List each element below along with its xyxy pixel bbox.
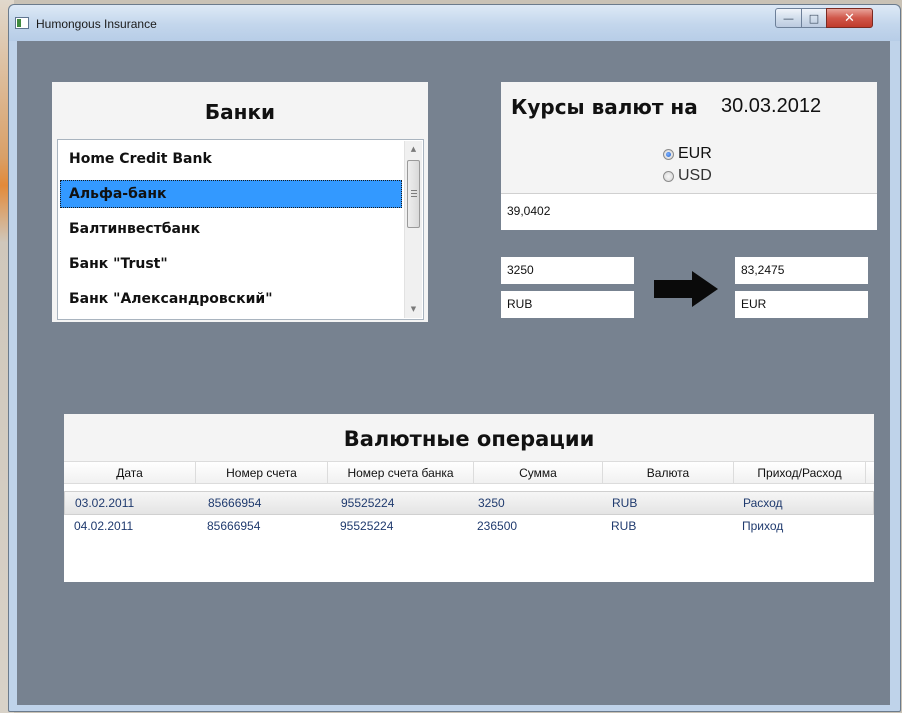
window-title: Humongous Insurance xyxy=(36,17,157,31)
rates-date: 30.03.2012 xyxy=(721,95,822,117)
cell-amount: 236500 xyxy=(477,519,518,533)
convert-arrow-icon xyxy=(654,271,718,307)
from-currency-value: RUB xyxy=(507,297,533,311)
app-window: Humongous Insurance — □ ✕ Банки Home Cre… xyxy=(8,4,901,712)
banks-panel: Банки Home Credit Bank Альфа-банк Балтин… xyxy=(52,82,428,322)
column-header-account[interactable]: Номер счета xyxy=(196,462,328,484)
scroll-thumb[interactable] xyxy=(407,160,420,228)
scroll-up-arrow-icon[interactable]: ▲ xyxy=(405,141,422,158)
column-header-bank-account[interactable]: Номер счета банка xyxy=(328,462,474,484)
radio-eur[interactable]: EUR xyxy=(663,145,712,163)
to-currency-value: EUR xyxy=(741,297,767,311)
from-currency-input[interactable]: RUB xyxy=(501,291,634,318)
bank-list-item[interactable]: Home Credit Bank xyxy=(60,145,402,173)
maximize-button[interactable]: □ xyxy=(801,8,827,28)
bank-list-item[interactable]: Банк "Александровский" xyxy=(60,285,402,313)
cell-currency: RUB xyxy=(611,519,637,533)
close-icon: ✕ xyxy=(844,10,855,26)
minimize-icon: — xyxy=(783,11,794,25)
cell-direction: Расход xyxy=(743,496,783,510)
rate-value-field[interactable]: 39,0402 xyxy=(501,193,877,230)
cell-account: 85666954 xyxy=(207,519,261,533)
cell-account: 85666954 xyxy=(208,496,262,510)
grip-icon xyxy=(411,190,417,191)
scroll-down-arrow-icon[interactable]: ▼ xyxy=(405,301,422,318)
radio-checked-icon xyxy=(663,148,674,160)
rates-title: Курсы валют на xyxy=(511,95,698,119)
maximize-icon: □ xyxy=(808,11,820,25)
result-input[interactable]: 83,2475 xyxy=(735,257,868,284)
bank-list-item-selected[interactable]: Альфа-банк xyxy=(60,180,402,208)
vertical-scrollbar[interactable]: ▲ ▼ xyxy=(404,141,422,318)
to-currency-input[interactable]: EUR xyxy=(735,291,868,318)
exchange-rates-panel: Курсы валют на 30.03.2012 EUR USD 39,040… xyxy=(501,82,877,230)
cell-direction: Приход xyxy=(742,519,784,533)
currency-operations-panel: Валютные операции Дата Номер счета Номер… xyxy=(64,414,874,582)
cell-currency: RUB xyxy=(612,496,638,510)
cell-date: 04.02.2011 xyxy=(74,519,134,533)
amount-value: 3250 xyxy=(507,263,534,277)
operations-header-area: Валютные операции xyxy=(64,414,874,461)
column-header-direction[interactable]: Приход/Расход xyxy=(734,462,866,484)
operations-grid-header: Дата Номер счета Номер счета банка Сумма… xyxy=(64,461,874,484)
radio-usd-label: USD xyxy=(678,167,712,184)
rate-value: 39,0402 xyxy=(507,204,551,218)
banks-listbox[interactable]: Home Credit Bank Альфа-банк Балтинвестба… xyxy=(57,139,424,320)
banks-title: Банки xyxy=(204,100,276,124)
radio-eur-label: EUR xyxy=(678,145,712,162)
bank-list-item[interactable]: Банк "Trust" xyxy=(60,250,402,278)
cell-bank-account: 95525224 xyxy=(340,519,394,533)
app-icon xyxy=(15,17,29,29)
column-header-date[interactable]: Дата xyxy=(64,462,196,484)
table-row[interactable]: 03.02.2011 85666954 95525224 3250 RUB Ра… xyxy=(64,491,874,515)
cell-date: 03.02.2011 xyxy=(75,496,135,510)
client-area: Банки Home Credit Bank Альфа-банк Балтин… xyxy=(17,41,890,705)
minimize-button[interactable]: — xyxy=(775,8,802,28)
column-header-currency[interactable]: Валюта xyxy=(603,462,734,484)
cell-amount: 3250 xyxy=(478,496,505,510)
table-row[interactable]: 04.02.2011 85666954 95525224 236500 RUB … xyxy=(64,515,874,539)
amount-input[interactable]: 3250 xyxy=(501,257,634,284)
column-header-amount[interactable]: Сумма xyxy=(474,462,603,484)
cell-bank-account: 95525224 xyxy=(341,496,395,510)
operations-title: Валютные операции xyxy=(343,427,595,451)
radio-usd[interactable]: USD xyxy=(663,167,712,185)
result-value: 83,2475 xyxy=(741,263,785,277)
title-bar[interactable]: Humongous Insurance — □ ✕ xyxy=(9,5,900,41)
radio-unchecked-icon xyxy=(663,170,674,182)
bank-list-item[interactable]: Балтинвестбанк xyxy=(60,215,402,243)
close-button[interactable]: ✕ xyxy=(826,8,873,28)
